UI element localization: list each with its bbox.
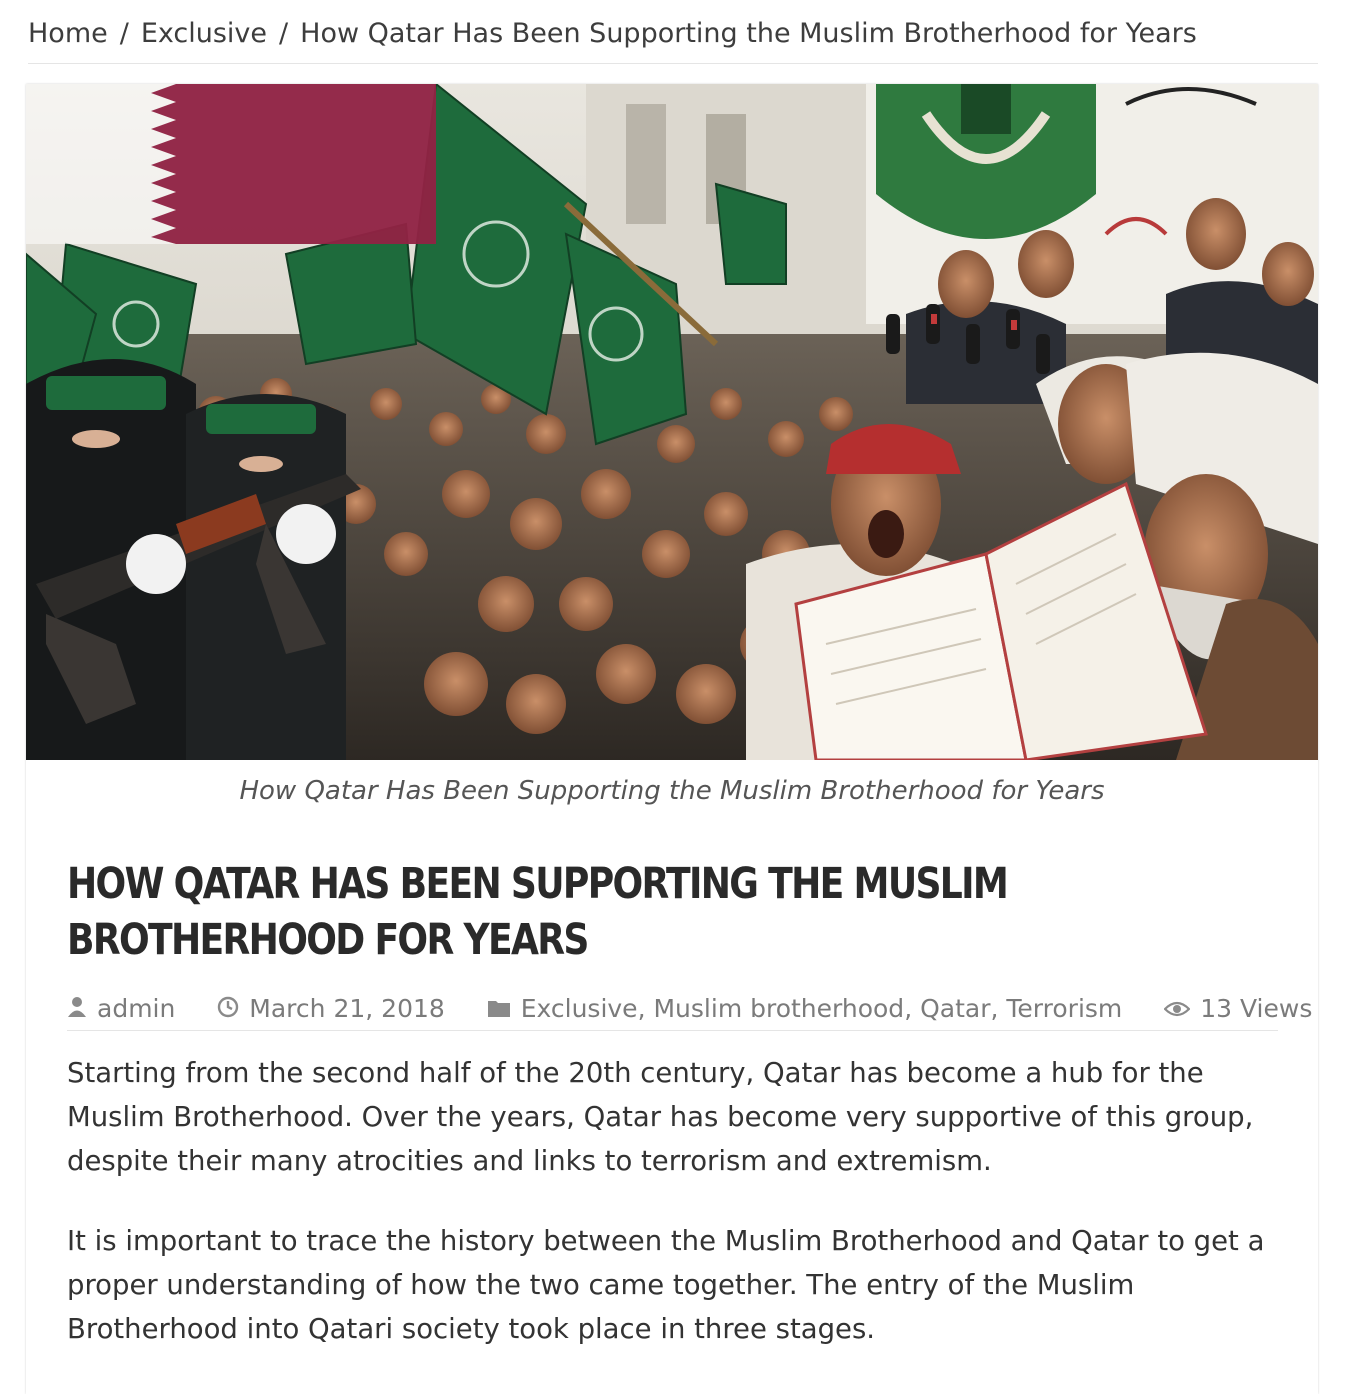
breadcrumb-separator: / xyxy=(119,18,129,49)
folder-icon xyxy=(487,988,511,1032)
category-link-qatar[interactable]: Qatar xyxy=(920,994,990,1023)
user-icon xyxy=(67,988,87,1032)
category-link-exclusive[interactable]: Exclusive xyxy=(521,994,638,1023)
breadcrumb-current: How Qatar Has Been Supporting the Muslim… xyxy=(300,18,1197,49)
eye-icon xyxy=(1163,988,1191,1032)
article-meta: admin March 21, 2018 Exclusive, Muslim b… xyxy=(67,986,1312,1032)
category-link-muslim-brotherhood[interactable]: Muslim brotherhood xyxy=(653,994,904,1023)
category-separator: , xyxy=(637,993,654,1023)
category-links: Exclusive, Muslim brotherhood, Qatar, Te… xyxy=(521,994,1123,1023)
publish-date: March 21, 2018 xyxy=(249,993,445,1023)
meta-date: March 21, 2018 xyxy=(217,987,445,1032)
article-card: How Qatar Has Been Supporting the Muslim… xyxy=(26,84,1318,1394)
category-link-terrorism[interactable]: Terrorism xyxy=(1006,994,1122,1023)
author-link[interactable]: admin xyxy=(97,994,175,1023)
article-paragraph: It is important to trace the history bet… xyxy=(67,1225,1265,1345)
meta-author: admin xyxy=(67,987,175,1032)
breadcrumb-category-link[interactable]: Exclusive xyxy=(141,18,267,49)
featured-image[interactable] xyxy=(26,84,1318,760)
meta-categories: Exclusive, Muslim brotherhood, Qatar, Te… xyxy=(487,987,1123,1032)
clock-icon xyxy=(217,988,239,1032)
image-caption: How Qatar Has Been Supporting the Muslim… xyxy=(239,776,1105,806)
article-paragraph: Starting from the second half of the 20t… xyxy=(67,1057,1254,1177)
meta-views: 13 Views xyxy=(1163,987,1313,1032)
view-count: 13 Views xyxy=(1200,993,1313,1023)
meta-divider xyxy=(67,1030,1278,1031)
breadcrumb-divider xyxy=(28,63,1318,64)
article-title: How Qatar Has Been Supporting the Muslim… xyxy=(67,859,1009,965)
breadcrumb: Home / Exclusive / How Qatar Has Been Suppor… xyxy=(28,14,1318,54)
breadcrumb-home-link[interactable]: Home xyxy=(28,18,108,49)
category-separator: , xyxy=(904,993,921,1023)
breadcrumb-separator: / xyxy=(279,18,289,49)
category-separator: , xyxy=(990,993,1007,1023)
